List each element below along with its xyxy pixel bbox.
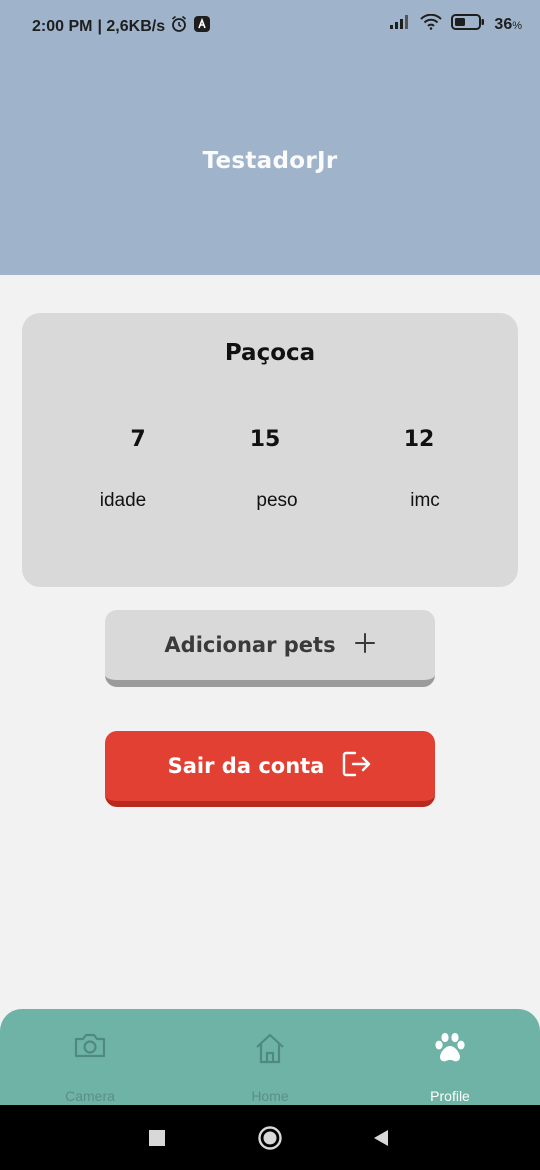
nav-label-camera: Camera [65, 1088, 115, 1104]
stat-weight: 15 [210, 427, 320, 452]
stat-bmi-value: 12 [403, 427, 435, 452]
nav-item-camera[interactable]: Camera [0, 1009, 180, 1105]
stat-age: 7 [83, 427, 193, 452]
status-left: 2:00 PM | 2,6KB/s [32, 15, 211, 38]
nav-item-home[interactable]: Home [180, 1009, 360, 1105]
battery-icon [451, 14, 485, 35]
profile-header: TestadorJr [0, 50, 540, 275]
network-speed: | 2,6KB/s [97, 17, 166, 35]
add-pets-label: Adicionar pets [164, 633, 336, 657]
nav-label-profile: Profile [430, 1088, 470, 1104]
status-bar: 2:00 PM | 2,6KB/s 36% [0, 0, 540, 50]
pet-name: Paçoca [224, 340, 316, 366]
signal-icon [389, 14, 411, 35]
stat-bmi: 12 [364, 427, 474, 452]
nav-item-profile[interactable]: Profile [360, 1009, 540, 1105]
status-time: 2:00 PM [32, 17, 93, 35]
pet-card[interactable]: Paçoca 7 idade 15 peso 12 imc [22, 313, 518, 587]
stat-age-label: idade [99, 490, 147, 511]
home-icon [180, 1031, 360, 1067]
plus-icon [354, 632, 376, 659]
stat-weight-value: 15 [249, 427, 281, 452]
stat-age-value: 7 [130, 427, 146, 452]
home-button[interactable] [257, 1125, 283, 1151]
logout-button[interactable]: Sair da conta [105, 731, 435, 807]
bottom-nav: Camera Home Profile [0, 1009, 540, 1105]
alarm-icon [170, 15, 188, 38]
wifi-icon [420, 13, 443, 35]
recents-button[interactable] [144, 1125, 170, 1151]
add-pets-button[interactable]: Adicionar pets [105, 610, 435, 687]
nav-label-home: Home [251, 1088, 289, 1104]
app-notification-icon [193, 15, 211, 38]
stat-bmi-label: imc [410, 490, 440, 511]
camera-icon [0, 1031, 180, 1067]
logout-label: Sair da conta [167, 754, 325, 778]
paw-icon [360, 1031, 540, 1067]
system-nav-bar [0, 1105, 540, 1170]
stat-weight-label: peso [256, 490, 298, 511]
back-button[interactable] [368, 1125, 394, 1151]
status-right: 36% [389, 13, 522, 35]
battery-percent: 36% [494, 15, 522, 33]
username: TestadorJr [202, 148, 338, 174]
logout-icon [342, 751, 372, 782]
